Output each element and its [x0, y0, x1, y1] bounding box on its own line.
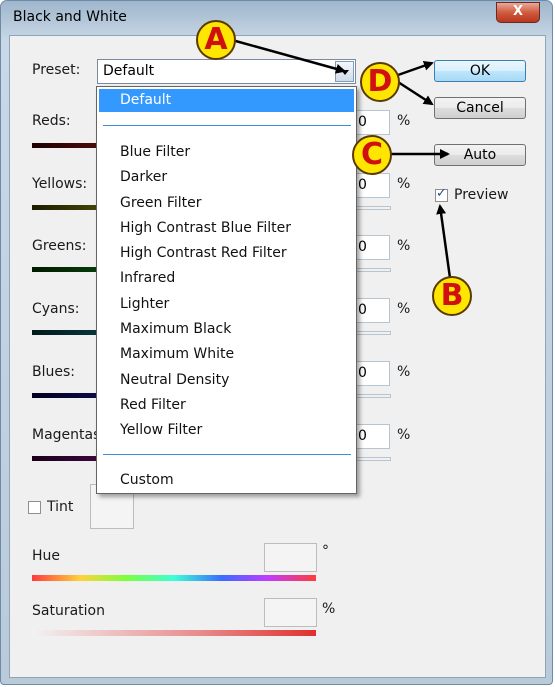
callout-c: C — [352, 135, 392, 175]
annotation-arrows — [231, 38, 452, 279]
arrow-a — [231, 38, 346, 74]
arrow-b — [436, 204, 452, 279]
callout-b: B — [432, 276, 472, 316]
callout-a: A — [196, 20, 236, 60]
arrow-d-cancel — [397, 80, 434, 106]
arrow-d-ok — [397, 60, 434, 77]
callout-d: D — [360, 62, 400, 102]
